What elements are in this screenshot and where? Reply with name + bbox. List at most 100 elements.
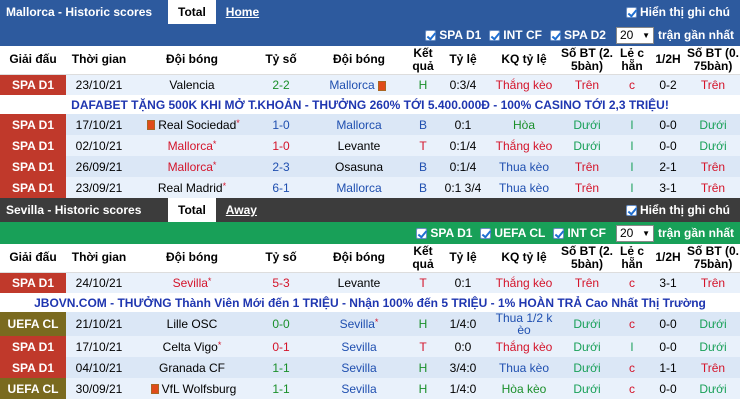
column-header: Đội bóng: [132, 244, 252, 273]
tab-total[interactable]: Total: [168, 198, 216, 222]
tab-home[interactable]: Home: [216, 0, 269, 24]
show-notes-toggle[interactable]: Hiển thị ghi chú: [626, 198, 730, 222]
over-under-25: Dưới: [560, 135, 614, 156]
over-under-075: Trên: [686, 156, 740, 177]
red-card-star-icon: *: [207, 275, 212, 286]
league-badge[interactable]: SPA D1: [0, 156, 66, 177]
away-team[interactable]: Sevilla: [310, 336, 408, 357]
match-result: B: [408, 114, 438, 135]
column-header: Thời gian: [66, 244, 132, 273]
sevilla-table: Giải đấu Thời gian Đội bóng Tỷ số Đội bóng Kế…: [0, 244, 740, 399]
checkbox-icon[interactable]: [553, 227, 565, 239]
league-badge[interactable]: SPA D1: [0, 114, 66, 135]
home-team[interactable]: Granada CF: [132, 357, 252, 378]
league-badge[interactable]: SPA D1: [0, 74, 66, 95]
home-team[interactable]: Mallorca*: [132, 135, 252, 156]
checkbox-icon[interactable]: [626, 6, 637, 18]
home-team[interactable]: Real Sociedad*: [132, 114, 252, 135]
home-team[interactable]: VfL Wolfsburg: [132, 378, 252, 399]
tab-total[interactable]: Total: [168, 0, 216, 24]
checkbox-icon[interactable]: [549, 29, 561, 41]
away-team[interactable]: Osasuna: [310, 156, 408, 177]
red-card-star-icon: *: [222, 180, 227, 191]
away-team[interactable]: Sevilla: [310, 378, 408, 399]
home-team[interactable]: Mallorca*: [132, 156, 252, 177]
home-team[interactable]: Celta Vigo*: [132, 336, 252, 357]
column-header: Giải đấu: [0, 244, 66, 273]
score[interactable]: 2-2: [252, 74, 310, 95]
filter-int-cf[interactable]: INT CF: [553, 226, 606, 240]
show-notes-label: Hiển thị ghi chú: [640, 5, 730, 19]
league-badge[interactable]: SPA D1: [0, 357, 66, 378]
away-team[interactable]: Levante: [310, 272, 408, 293]
odds-result: Hòa: [488, 114, 560, 135]
home-team-name: Celta Vigo: [162, 339, 218, 354]
home-team[interactable]: Lille OSC: [132, 312, 252, 336]
league-badge[interactable]: SPA D1: [0, 177, 66, 198]
table-row: SPA D1 04/10/21 Granada CF 1-1 Sevilla H 3/4:0…: [0, 357, 740, 378]
mallorca-tabbar: Mallorca - Historic scores Total Home Hi…: [0, 0, 740, 24]
odds-result: Thắng kèo: [488, 272, 560, 293]
match-result: T: [408, 272, 438, 293]
odd-even: l: [614, 177, 650, 198]
home-team[interactable]: Valencia: [132, 74, 252, 95]
score[interactable]: 1-1: [252, 378, 310, 399]
score[interactable]: 6-1: [252, 177, 310, 198]
score[interactable]: 0-0: [252, 312, 310, 336]
away-team[interactable]: Mallorca: [310, 177, 408, 198]
odds: 0:1/4: [438, 135, 488, 156]
away-team-name: Sevilla: [341, 381, 377, 396]
half-time-score: 1-1: [650, 357, 686, 378]
league-badge[interactable]: UEFA CL: [0, 378, 66, 399]
filter-int-cf[interactable]: INT CF: [489, 28, 542, 42]
column-header: KQ tỷ lệ: [488, 244, 560, 273]
table-header: Giải đấu Thời gian Đội bóng Tỷ số Đội bóng Kế…: [0, 244, 740, 273]
column-header: Giải đấu: [0, 46, 66, 75]
flag-icon: [147, 120, 156, 131]
tab-away[interactable]: Away: [216, 198, 267, 222]
away-team[interactable]: Mallorca: [310, 114, 408, 135]
filter-uefa-cl[interactable]: UEFA CL: [480, 226, 545, 240]
score[interactable]: 1-0: [252, 114, 310, 135]
away-team[interactable]: Sevilla*: [310, 312, 408, 336]
home-team[interactable]: Sevilla*: [132, 272, 252, 293]
score[interactable]: 2-3: [252, 156, 310, 177]
home-team[interactable]: Real Madrid*: [132, 177, 252, 198]
away-team[interactable]: Sevilla: [310, 357, 408, 378]
ad-banner-link[interactable]: DAFABET TẶNG 500K KHI MỞ T.KHOẢN - THƯỞN…: [0, 95, 740, 114]
away-team-name: Mallorca: [329, 77, 375, 92]
checkbox-icon[interactable]: [480, 227, 492, 239]
away-team[interactable]: Mallorca: [310, 74, 408, 95]
league-badge[interactable]: UEFA CL: [0, 312, 66, 336]
away-team[interactable]: Levante: [310, 135, 408, 156]
match-count-select[interactable]: 20 ▼: [615, 26, 654, 44]
score[interactable]: 5-3: [252, 272, 310, 293]
column-header: Thời gian: [66, 46, 132, 75]
checkbox-icon[interactable]: [416, 227, 428, 239]
over-under-25: Dưới: [560, 336, 614, 357]
score[interactable]: 1-1: [252, 357, 310, 378]
checkbox-icon[interactable]: [626, 204, 637, 216]
over-under-25: Dưới: [560, 312, 614, 336]
away-team-name: Sevilla: [339, 317, 375, 331]
recent-label: trận gần nhất: [657, 226, 734, 240]
score[interactable]: 1-0: [252, 135, 310, 156]
ad-banner-link[interactable]: JBOVN.COM - THƯỞNG Thành Viên Mới đến 1 …: [0, 293, 740, 312]
filter-spa-d2[interactable]: SPA D2: [549, 28, 606, 42]
match-count-select[interactable]: 20 ▼: [615, 224, 654, 242]
show-notes-toggle[interactable]: Hiển thị ghi chú: [626, 0, 730, 24]
league-badge[interactable]: SPA D1: [0, 336, 66, 357]
column-header: Đội bóng: [310, 46, 408, 75]
flag-icon: [377, 80, 386, 91]
score[interactable]: 0-1: [252, 336, 310, 357]
filter-spa-d1[interactable]: SPA D1: [425, 28, 481, 42]
home-team-name: Valencia: [169, 77, 215, 92]
odds-result: Thắng kèo: [488, 336, 560, 357]
checkbox-icon[interactable]: [489, 29, 501, 41]
match-date: 23/10/21: [66, 74, 132, 95]
league-badge[interactable]: SPA D1: [0, 135, 66, 156]
league-badge[interactable]: SPA D1: [0, 272, 66, 293]
odd-even: l: [614, 135, 650, 156]
filter-spa-d1[interactable]: SPA D1: [416, 226, 472, 240]
checkbox-icon[interactable]: [425, 29, 437, 41]
